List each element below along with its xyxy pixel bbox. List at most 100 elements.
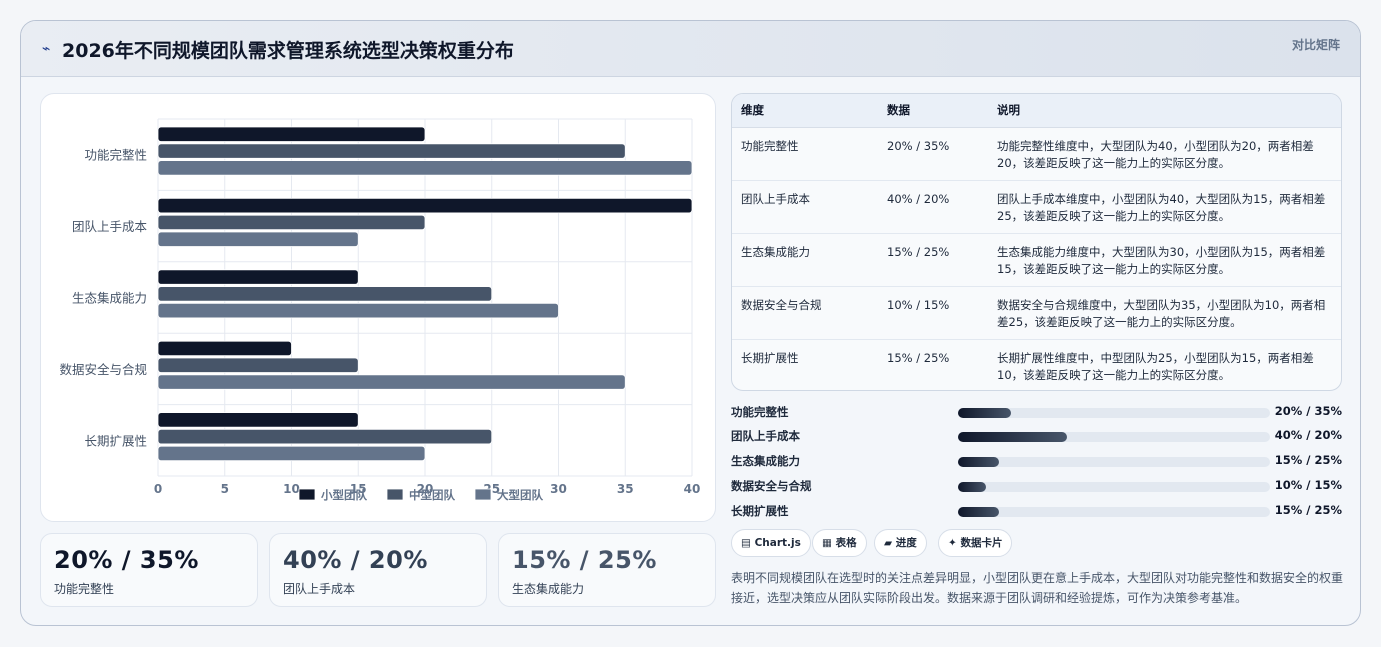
progress-track xyxy=(958,432,1270,442)
y-tick-label: 功能完整性 xyxy=(84,148,147,163)
progress-row: 数据安全与合规 10% / 15% xyxy=(731,478,1342,494)
progress-fill xyxy=(958,457,999,467)
progress-track xyxy=(958,507,1270,517)
bar xyxy=(157,231,359,247)
chart-icon: ▤ xyxy=(741,537,751,549)
y-tick-label: 团队上手成本 xyxy=(72,219,148,234)
progress-fill xyxy=(958,482,987,492)
header-tag[interactable]: 对比矩阵 xyxy=(1292,36,1340,53)
bar xyxy=(157,160,693,176)
cell-dimension: 团队上手成本 xyxy=(732,180,878,234)
progress-track xyxy=(958,482,1270,492)
column-header: 维度 xyxy=(732,94,878,128)
y-tick-label: 长期扩展性 xyxy=(84,433,147,448)
column-header: 说明 xyxy=(988,94,1341,128)
cell-data: 40% / 20% xyxy=(878,180,988,234)
table-row: 数据安全与合规 10% / 15% 数据安全与合规维度中，大型团队为35，小型团… xyxy=(732,286,1341,340)
table-header-row: 维度 数据 说明 xyxy=(732,94,1341,128)
header: ⌁ 2026年不同规模团队需求管理系统选型决策权重分布 对比矩阵 xyxy=(21,21,1360,77)
data-table: 维度 数据 说明 功能完整性 20% / 35% 功能完整性维度中，大型团队为4… xyxy=(731,93,1342,391)
bar xyxy=(157,340,292,357)
cell-description: 功能完整性维度中，大型团队为40，小型团队为20，两者相差20，该差距反映了这一… xyxy=(988,127,1341,181)
chip-table[interactable]: ▦ 表格 xyxy=(812,529,867,557)
cell-data: 15% / 25% xyxy=(878,233,988,287)
progress-label: 数据安全与合规 xyxy=(731,479,812,493)
bar-chart: 0 5 10 15 20 25 30 35 40功能完整性团队上手成本生态集成能力数据安全与合规… xyxy=(59,118,701,502)
progress-fill xyxy=(958,507,999,517)
progress-label: 团队上手成本 xyxy=(731,429,800,443)
bar xyxy=(157,214,426,231)
legend-swatch xyxy=(474,488,492,501)
kpi-card: 15% / 25% 生态集成能力 xyxy=(498,533,716,607)
bar-chart-panel: 0 5 10 15 20 25 30 35 40 功能完整性 团队上手成本 生态集成能力 数据安全与合规… xyxy=(40,93,716,522)
bar xyxy=(157,126,426,142)
column-header: 数据 xyxy=(878,94,988,128)
progress-value: 15% / 25% xyxy=(1274,453,1342,467)
page-title: 2026年不同规模团队需求管理系统选型决策权重分布 xyxy=(62,40,514,62)
table-icon: ▦ xyxy=(822,537,832,549)
chip-chartjs[interactable]: ▤ Chart.js xyxy=(731,529,811,557)
progress-row: 生态集成能力 15% / 25% xyxy=(731,453,1342,469)
bar xyxy=(157,286,493,302)
cell-dimension: 功能完整性 xyxy=(732,127,878,181)
y-tick-label: 数据安全与合规 xyxy=(59,362,147,377)
x-tick-label: 30 xyxy=(550,482,567,496)
chip-label: 数据卡片 xyxy=(960,537,1003,549)
progress-row: 团队上手成本 40% / 20% xyxy=(731,428,1342,444)
chip-label: 进度 xyxy=(895,537,917,549)
table-row: 长期扩展性 15% / 25% 长期扩展性维度中，中型团队为25，小型团队为15… xyxy=(732,339,1341,390)
bar xyxy=(157,428,493,445)
legend-swatch xyxy=(386,488,404,501)
progress-value: 15% / 25% xyxy=(1274,503,1342,517)
progress-label: 长期扩展性 xyxy=(731,504,789,518)
bar xyxy=(157,412,359,428)
kpi-label: 团队上手成本 xyxy=(283,582,356,596)
cell-description: 数据安全与合规维度中，大型团队为35，小型团队为10，两者相差25，该差距反映了… xyxy=(988,286,1341,340)
x-tick-label: 0 xyxy=(154,482,162,496)
legend-label: 小型团队 xyxy=(320,488,367,502)
chip-progress[interactable]: ▰ 进度 xyxy=(874,529,927,557)
progress-track xyxy=(958,457,1270,467)
bar xyxy=(157,357,359,373)
cell-data: 10% / 15% xyxy=(878,286,988,340)
progress-fill xyxy=(958,432,1068,442)
x-tick-label: 35 xyxy=(617,482,634,496)
progress-value: 10% / 15% xyxy=(1274,478,1342,492)
kpi-value: 15% / 25% xyxy=(512,546,657,574)
cell-data: 15% / 25% xyxy=(887,350,950,365)
table-row: 团队上手成本 40% / 20% 团队上手成本维度中，小型团队为40，大型团队为… xyxy=(732,180,1341,234)
kpi-value: 40% / 20% xyxy=(283,546,428,574)
kpi-card: 20% / 35% 功能完整性 xyxy=(40,533,258,607)
table-row: 生态集成能力 15% / 25% 生态集成能力维度中，大型团队为30，小型团队为… xyxy=(732,233,1341,287)
cell-data: 20% / 35% xyxy=(878,127,988,181)
kpi-card: 40% / 20% 团队上手成本 xyxy=(269,533,487,607)
progress-row: 功能完整性 20% / 35% xyxy=(731,404,1342,420)
sparkle-icon: ✦ xyxy=(948,537,957,549)
x-tick-label: 10 xyxy=(283,482,300,496)
y-tick-label: 生态集成能力 xyxy=(72,291,147,306)
legend-label: 中型团队 xyxy=(409,488,455,502)
cell-dimension: 数据安全与合规 xyxy=(732,286,878,340)
bar xyxy=(157,269,359,285)
summary-note: 表明不同规模团队在选型时的关注点差异明显，小型团队更在意上手成本，大型团队对功能… xyxy=(731,571,1344,605)
cell-description: 长期扩展性维度中，中型团队为25，小型团队为15，两者相差10，该差距反映了这一… xyxy=(997,350,1314,382)
x-tick-label: 5 xyxy=(221,482,229,496)
chip-data-cards[interactable]: ✦ 数据卡片 xyxy=(938,529,1013,557)
kpi-label: 功能完整性 xyxy=(54,582,115,596)
bar xyxy=(157,445,426,462)
progress-value: 20% / 35% xyxy=(1274,404,1342,418)
kpi-label: 生态集成能力 xyxy=(512,582,585,596)
cell-dimension: 长期扩展性 xyxy=(741,350,799,365)
dashboard-card: ⌁ 2026年不同规模团队需求管理系统选型决策权重分布 对比矩阵 0 5 10 15 2… xyxy=(20,20,1361,626)
cell-description: 生态集成能力维度中，大型团队为30，小型团队为15，两者相差15，该差距反映了这… xyxy=(988,233,1341,287)
x-tick-label: 40 xyxy=(684,482,701,496)
progress-row: 长期扩展性 15% / 25% xyxy=(731,503,1342,519)
progress-icon: ▰ xyxy=(884,537,893,549)
chip-label: Chart.js xyxy=(754,537,801,549)
cell-dimension: 生态集成能力 xyxy=(732,233,878,287)
legend-swatch xyxy=(298,488,316,501)
bar xyxy=(157,302,559,319)
progress-track xyxy=(958,408,1270,418)
bar xyxy=(157,198,693,214)
chart-icon: ⌁ xyxy=(42,41,51,57)
